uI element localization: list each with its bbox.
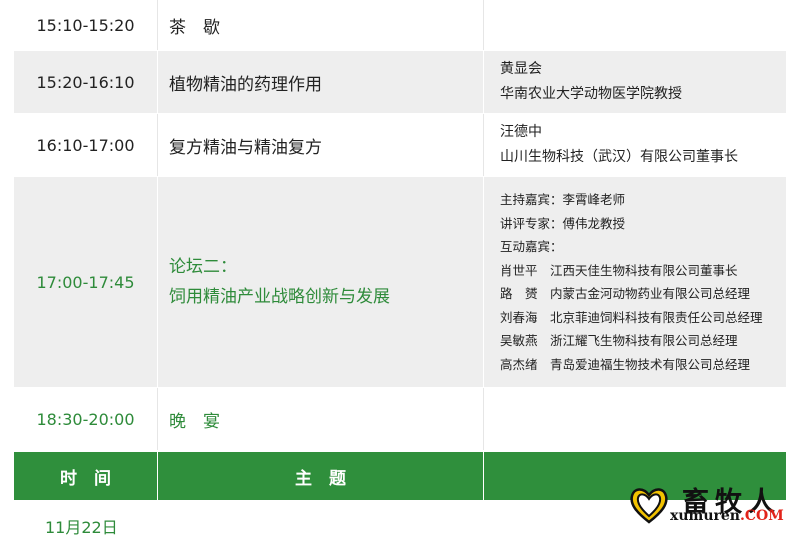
forum-title: 论坛二： 饲用精油产业战略创新与发展 bbox=[157, 177, 483, 387]
row-topic: 植物精油的药理作用 bbox=[157, 51, 483, 113]
dinner-time: 18:30-20:00 bbox=[36, 409, 135, 429]
speaker-title: 山川生物科技（武汉）有限公司董事长 bbox=[500, 149, 738, 165]
forum-time: 17:00-17:45 bbox=[36, 272, 135, 292]
forum-line: 讲评专家：傅伟龙教授 bbox=[500, 215, 626, 231]
forum-line: 高杰绪 青岛爱迪福生物技术有限公司总经理 bbox=[500, 356, 751, 372]
forum-title-line1: 论坛二： bbox=[169, 257, 237, 277]
header-topic: 主 题 bbox=[157, 452, 483, 500]
schedule-row-tea-break: 15:10-15:20 茶 歇 bbox=[14, 0, 786, 50]
forum-line: 互动嘉宾： bbox=[500, 239, 563, 254]
schedule-row-forum: 17:00-17:45 论坛二： 饲用精油产业战略创新与发展 主持嘉宾：李霄峰老… bbox=[14, 177, 786, 387]
speaker-title: 华南农业大学动物医学院教授 bbox=[500, 86, 682, 102]
forum-line: 刘春海 北京菲迪饲料科技有限责任公司总经理 bbox=[500, 309, 763, 325]
row-time: 15:20-16:10 bbox=[36, 72, 135, 92]
speaker-name: 黄显会 bbox=[500, 61, 542, 77]
logo-heart-icon bbox=[630, 488, 668, 524]
forum-line: 路 赟 内蒙古金河动物药业有限公司总经理 bbox=[500, 286, 751, 301]
site-logo: 畜牧人 xumuren.COM bbox=[624, 484, 794, 526]
row-time: 16:10-17:00 bbox=[36, 135, 135, 155]
schedule-row-dinner: 18:30-20:00 晚 宴 bbox=[14, 388, 786, 450]
row-topic: 茶 歇 bbox=[157, 0, 483, 50]
schedule-row: 15:20-16:10 植物精油的药理作用 黄显会 华南农业大学动物医学院教授 bbox=[14, 51, 786, 113]
logo-text-en: xumuren.COM bbox=[670, 508, 784, 524]
dinner-topic: 晚 宴 bbox=[157, 388, 483, 450]
speaker-name: 汪德中 bbox=[500, 124, 542, 140]
forum-line: 主持嘉宾：李霄峰老师 bbox=[500, 192, 626, 207]
schedule-row: 16:10-17:00 复方精油与精油复方 汪德中 山川生物科技（武汉）有限公司… bbox=[14, 114, 786, 176]
row-speaker bbox=[483, 0, 786, 50]
next-date: 11月22日 bbox=[45, 518, 118, 537]
forum-title-line2: 饲用精油产业战略创新与发展 bbox=[169, 287, 390, 307]
row-speaker: 汪德中 山川生物科技（武汉）有限公司董事长 bbox=[483, 114, 786, 176]
header-time: 时 间 bbox=[60, 468, 111, 489]
forum-line: 肖世平 江西天佳生物科技有限公司董事长 bbox=[500, 262, 738, 278]
row-speaker bbox=[483, 388, 786, 450]
forum-line: 吴敏燕 浙江耀飞生物科技有限公司总经理 bbox=[500, 333, 738, 348]
row-speaker: 黄显会 华南农业大学动物医学院教授 bbox=[483, 51, 786, 113]
row-time: 15:10-15:20 bbox=[36, 15, 135, 35]
row-topic: 复方精油与精油复方 bbox=[157, 114, 483, 176]
forum-participants: 主持嘉宾：李霄峰老师 讲评专家：傅伟龙教授 互动嘉宾： 肖世平 江西天佳生物科技… bbox=[483, 177, 786, 387]
